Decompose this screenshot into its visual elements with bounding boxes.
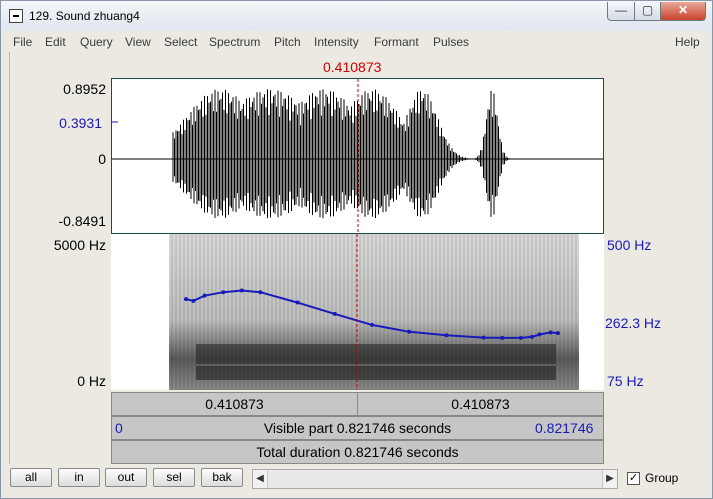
zoom-back-button[interactable]: bak bbox=[201, 468, 243, 487]
window-title: 129. Sound zhuang4 bbox=[29, 9, 140, 23]
app-icon[interactable] bbox=[9, 9, 23, 23]
checkmark-icon: ✓ bbox=[628, 472, 639, 484]
menu-query[interactable]: Query bbox=[80, 35, 113, 49]
all-button[interactable]: all bbox=[10, 468, 52, 487]
spectrogram-svg bbox=[169, 234, 579, 390]
segment-right-label: 0.410873 bbox=[451, 396, 510, 412]
pitch-point-17 bbox=[556, 331, 560, 336]
wave-mark-label: 0.3931 bbox=[59, 115, 102, 131]
wave-max-label: 0.8952 bbox=[63, 81, 106, 97]
menu-view[interactable]: View bbox=[125, 35, 151, 49]
pitch-point-1 bbox=[191, 298, 196, 303]
sound-editor-window: 129. Sound zhuang4 — ▢ ✕ File Edit Query… bbox=[0, 0, 713, 499]
menu-pitch[interactable]: Pitch bbox=[274, 35, 301, 49]
pitch-point-4 bbox=[239, 288, 244, 293]
zoom-selection-button[interactable]: sel bbox=[153, 468, 195, 487]
menu-intensity[interactable]: Intensity bbox=[314, 35, 359, 49]
waveform-svg bbox=[112, 79, 603, 233]
minimize-button[interactable]: — bbox=[607, 2, 635, 21]
menu-select[interactable]: Select bbox=[164, 35, 197, 49]
waveform-panel[interactable] bbox=[111, 78, 604, 234]
spectrogram-panel[interactable] bbox=[111, 234, 604, 390]
pitch-point-12 bbox=[500, 335, 505, 340]
pitch-point-15 bbox=[537, 332, 542, 337]
menu-bar: File Edit Query View Select Spectrum Pit… bbox=[1, 32, 712, 52]
total-duration-label: Total duration 0.821746 seconds bbox=[256, 444, 459, 460]
pitch-point-6 bbox=[295, 300, 300, 305]
wave-min-label: -0.8491 bbox=[58, 213, 106, 229]
menu-pulses[interactable]: Pulses bbox=[433, 35, 469, 49]
menu-formant[interactable]: Formant bbox=[374, 35, 419, 49]
visible-start-label: 0 bbox=[115, 420, 123, 436]
title-bar[interactable]: 129. Sound zhuang4 — ▢ ✕ bbox=[1, 1, 712, 31]
pitch-point-13 bbox=[518, 335, 523, 340]
waveform-trace bbox=[172, 89, 513, 219]
pitch-point-14 bbox=[529, 334, 534, 339]
left-border bbox=[9, 52, 10, 464]
pitch-point-8 bbox=[370, 322, 374, 327]
visible-part-bar[interactable]: Visible part 0.821746 seconds bbox=[111, 416, 604, 440]
freq-bottom-label: 0 Hz bbox=[77, 373, 106, 389]
cursor-time-label: 0.410873 bbox=[323, 59, 382, 75]
zoom-out-button[interactable]: out bbox=[105, 468, 147, 487]
menu-spectrum[interactable]: Spectrum bbox=[209, 35, 260, 49]
pitch-bottom-label: 75 Hz bbox=[607, 373, 644, 389]
menu-edit[interactable]: Edit bbox=[45, 35, 66, 49]
pitch-point-5 bbox=[258, 290, 263, 295]
pitch-point-16 bbox=[548, 330, 553, 335]
pitch-top-label: 500 Hz bbox=[607, 237, 652, 253]
pitch-point-2 bbox=[202, 293, 207, 298]
pitch-mid-label: 262.3 Hz bbox=[605, 315, 662, 331]
pitch-point-9 bbox=[407, 329, 412, 334]
scroll-right-icon[interactable]: ▶ bbox=[602, 470, 617, 488]
pitch-point-7 bbox=[332, 311, 337, 316]
bottom-toolbar: all in out sel bak ◀ ▶ ✓ Group bbox=[1, 464, 712, 494]
horizontal-scrollbar[interactable]: ◀ ▶ bbox=[252, 469, 618, 489]
freq-top-label: 5000 Hz bbox=[53, 237, 106, 253]
group-label: Group bbox=[645, 471, 679, 485]
maximize-button[interactable]: ▢ bbox=[634, 2, 661, 21]
menu-file[interactable]: File bbox=[13, 35, 32, 49]
pitch-point-10 bbox=[444, 333, 449, 338]
formant-band-0 bbox=[196, 366, 556, 380]
close-button[interactable]: ✕ bbox=[660, 2, 706, 21]
zoom-in-button[interactable]: in bbox=[58, 468, 100, 487]
segment-right[interactable]: 0.410873 bbox=[357, 392, 604, 416]
scroll-left-icon[interactable]: ◀ bbox=[253, 470, 268, 488]
pitch-point-3 bbox=[221, 290, 226, 295]
formant-band-1 bbox=[196, 344, 556, 364]
pitch-point-0 bbox=[184, 297, 188, 302]
segment-left-label: 0.410873 bbox=[205, 396, 264, 412]
wave-zero-label: 0 bbox=[98, 151, 106, 167]
pitch-point-11 bbox=[481, 335, 486, 340]
group-checkbox[interactable]: ✓ bbox=[627, 472, 640, 485]
menu-help[interactable]: Help bbox=[675, 35, 700, 49]
visible-end-label: 0.821746 bbox=[535, 420, 594, 436]
visible-part-label: Visible part 0.821746 seconds bbox=[263, 420, 452, 436]
total-duration-bar[interactable]: Total duration 0.821746 seconds bbox=[111, 440, 604, 464]
segment-left[interactable]: 0.410873 bbox=[111, 392, 358, 416]
